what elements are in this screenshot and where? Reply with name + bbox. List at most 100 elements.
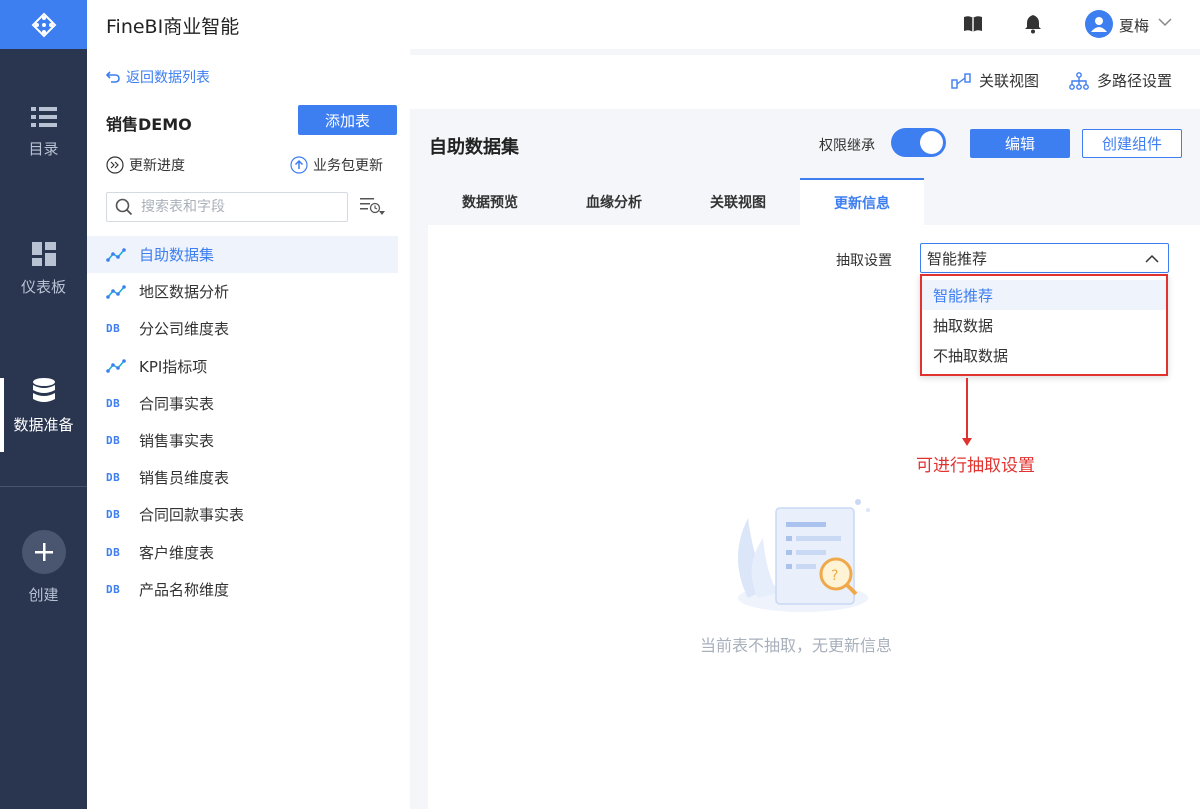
db-table-icon: DB — [106, 583, 128, 596]
table-list-item[interactable]: DB 分公司维度表 — [87, 310, 398, 347]
table-list-item[interactable]: DB 销售员维度表 — [87, 459, 398, 496]
table-sidebar: 返回数据列表 销售DEMO 添加表 更新进度 业务包更新 自助数据集地区数据分析… — [87, 49, 410, 809]
table-list-item[interactable]: DB 销售事实表 — [87, 422, 398, 459]
tab-lineage[interactable]: 血缘分析 — [552, 178, 676, 225]
annotation-arrow-head — [962, 438, 972, 446]
main-content: 自助数据集 权限继承 编辑 创建组件 数据预览 血缘分析 关联视图 更新信息 抽… — [410, 109, 1200, 809]
left-nav: 目录 仪表板 数据准备 创建 — [0, 0, 87, 809]
db-badge: DB — [106, 508, 121, 522]
table-name: 合同事实表 — [139, 394, 215, 413]
main-toolbar: 关联视图 多路径设置 — [410, 49, 1200, 109]
option-no-extract[interactable]: 不抽取数据 — [922, 340, 1166, 370]
annotation-text: 可进行抽取设置 — [916, 456, 1035, 476]
nav-item-data-prep[interactable]: 数据准备 — [0, 378, 87, 435]
create-button[interactable] — [21, 530, 66, 574]
upload-icon — [290, 156, 308, 174]
db-table-icon: DB — [106, 508, 128, 521]
relation-view-button[interactable]: 关联视图 — [951, 70, 1039, 91]
package-name: 销售DEMO — [106, 115, 192, 134]
app-title: FineBI商业智能 — [106, 16, 240, 38]
tab-relation-view[interactable]: 关联视图 — [676, 178, 800, 225]
permission-label: 权限继承 — [819, 138, 875, 154]
dataset-title: 自助数据集 — [429, 137, 519, 158]
table-name: 自助数据集 — [139, 246, 215, 265]
nav-label-data-prep: 数据准备 — [13, 416, 74, 434]
db-badge: DB — [106, 471, 121, 485]
package-update-label: 业务包更新 — [313, 158, 383, 174]
dashboard-icon — [31, 242, 56, 266]
user-name[interactable]: 夏梅 — [1119, 15, 1149, 36]
database-icon — [32, 378, 55, 402]
self-service-dataset-icon — [106, 247, 128, 262]
tab-data-preview[interactable]: 数据预览 — [428, 178, 552, 225]
back-to-list-link[interactable]: 返回数据列表 — [106, 67, 210, 87]
table-list-item[interactable]: DB 合同回款事实表 — [87, 496, 398, 533]
search-icon — [115, 198, 133, 216]
add-table-button[interactable]: 添加表 — [298, 105, 397, 135]
sort-filter-icon[interactable] — [360, 197, 386, 217]
update-progress-label: 更新进度 — [129, 158, 185, 174]
table-list-item[interactable]: KPI指标项 — [87, 348, 398, 385]
table-name: 产品名称维度 — [139, 580, 230, 599]
self-service-dataset-icon — [106, 359, 128, 373]
search-input[interactable] — [141, 199, 331, 215]
top-bar: FineBI商业智能 夏梅 — [87, 0, 1200, 49]
chevron-up-icon — [1145, 254, 1159, 263]
create-component-button[interactable]: 创建组件 — [1082, 129, 1182, 158]
option-extract-data[interactable]: 抽取数据 — [922, 310, 1166, 340]
multipath-settings-button[interactable]: 多路径设置 — [1069, 70, 1172, 91]
annotation-arrow — [966, 378, 968, 440]
extract-setting-dropdown: 智能推荐 抽取数据 不抽取数据 — [920, 274, 1168, 376]
package-update-link[interactable]: 业务包更新 — [290, 155, 383, 175]
list-icon — [30, 107, 57, 127]
svg-text:?: ? — [831, 568, 838, 584]
extract-setting-value: 智能推荐 — [927, 249, 988, 268]
option-smart-recommend[interactable]: 智能推荐 — [922, 280, 1166, 310]
table-list-item[interactable]: 自助数据集 — [87, 236, 398, 274]
tab-update-info[interactable]: 更新信息 — [800, 178, 924, 225]
avatar[interactable] — [1085, 10, 1113, 38]
table-list-item[interactable]: DB 产品名称维度 — [87, 571, 398, 608]
empty-message: 当前表不抽取，无更新信息 — [700, 636, 893, 655]
extract-setting-label: 抽取设置 — [836, 253, 892, 269]
search-box — [106, 192, 348, 222]
relation-view-label: 关联视图 — [979, 72, 1040, 90]
nav-item-create[interactable]: 创建 — [0, 530, 87, 605]
db-table-icon: DB — [106, 546, 128, 559]
user-icon — [1091, 17, 1107, 32]
table-list-item[interactable]: DB 客户维度表 — [87, 534, 398, 571]
bell-icon[interactable] — [1024, 14, 1042, 34]
db-badge: DB — [106, 582, 121, 596]
db-badge: DB — [106, 545, 121, 559]
table-list-item[interactable]: DB 合同事实表 — [87, 385, 398, 422]
nav-label-create: 创建 — [28, 586, 59, 604]
db-table-icon: DB — [106, 397, 128, 410]
edit-button[interactable]: 编辑 — [970, 129, 1070, 158]
db-badge: DB — [106, 322, 121, 336]
table-name: 销售员维度表 — [139, 469, 230, 488]
update-progress-link[interactable]: 更新进度 — [106, 155, 185, 175]
nav-divider — [0, 486, 87, 487]
relation-icon — [951, 72, 971, 89]
table-list: 自助数据集 地区数据分析 DB 分公司维度表 KPI指标项 DB 合同事实表 DB 销售事实表 D… — [87, 236, 398, 608]
table-list-item[interactable]: 地区数据分析 — [87, 273, 398, 310]
back-label: 返回数据列表 — [126, 70, 210, 86]
db-table-icon: DB — [106, 471, 128, 484]
nav-label-dashboard: 仪表板 — [20, 278, 66, 296]
book-icon[interactable] — [963, 15, 983, 33]
tab-bar: 数据预览 血缘分析 关联视图 更新信息 — [428, 178, 924, 225]
db-badge: DB — [106, 434, 121, 448]
permission-toggle[interactable] — [891, 128, 946, 157]
table-name: 地区数据分析 — [139, 283, 230, 302]
table-name: KPI指标项 — [139, 357, 208, 376]
logo[interactable] — [0, 0, 87, 49]
table-name: 合同回款事实表 — [139, 506, 245, 525]
hierarchy-icon — [1069, 71, 1089, 90]
chevron-down-icon[interactable] — [1158, 17, 1172, 27]
extract-setting-select[interactable]: 智能推荐 — [920, 243, 1169, 273]
nav-item-catalog[interactable]: 目录 — [0, 106, 87, 159]
nav-item-dashboard[interactable]: 仪表板 — [0, 242, 87, 297]
table-name: 客户维度表 — [139, 543, 215, 562]
update-info-panel: 抽取设置 智能推荐 智能推荐 抽取数据 不抽取数据 可进行抽取设置 ? 当前表不… — [428, 225, 1200, 809]
undo-arrow-icon — [106, 71, 120, 83]
